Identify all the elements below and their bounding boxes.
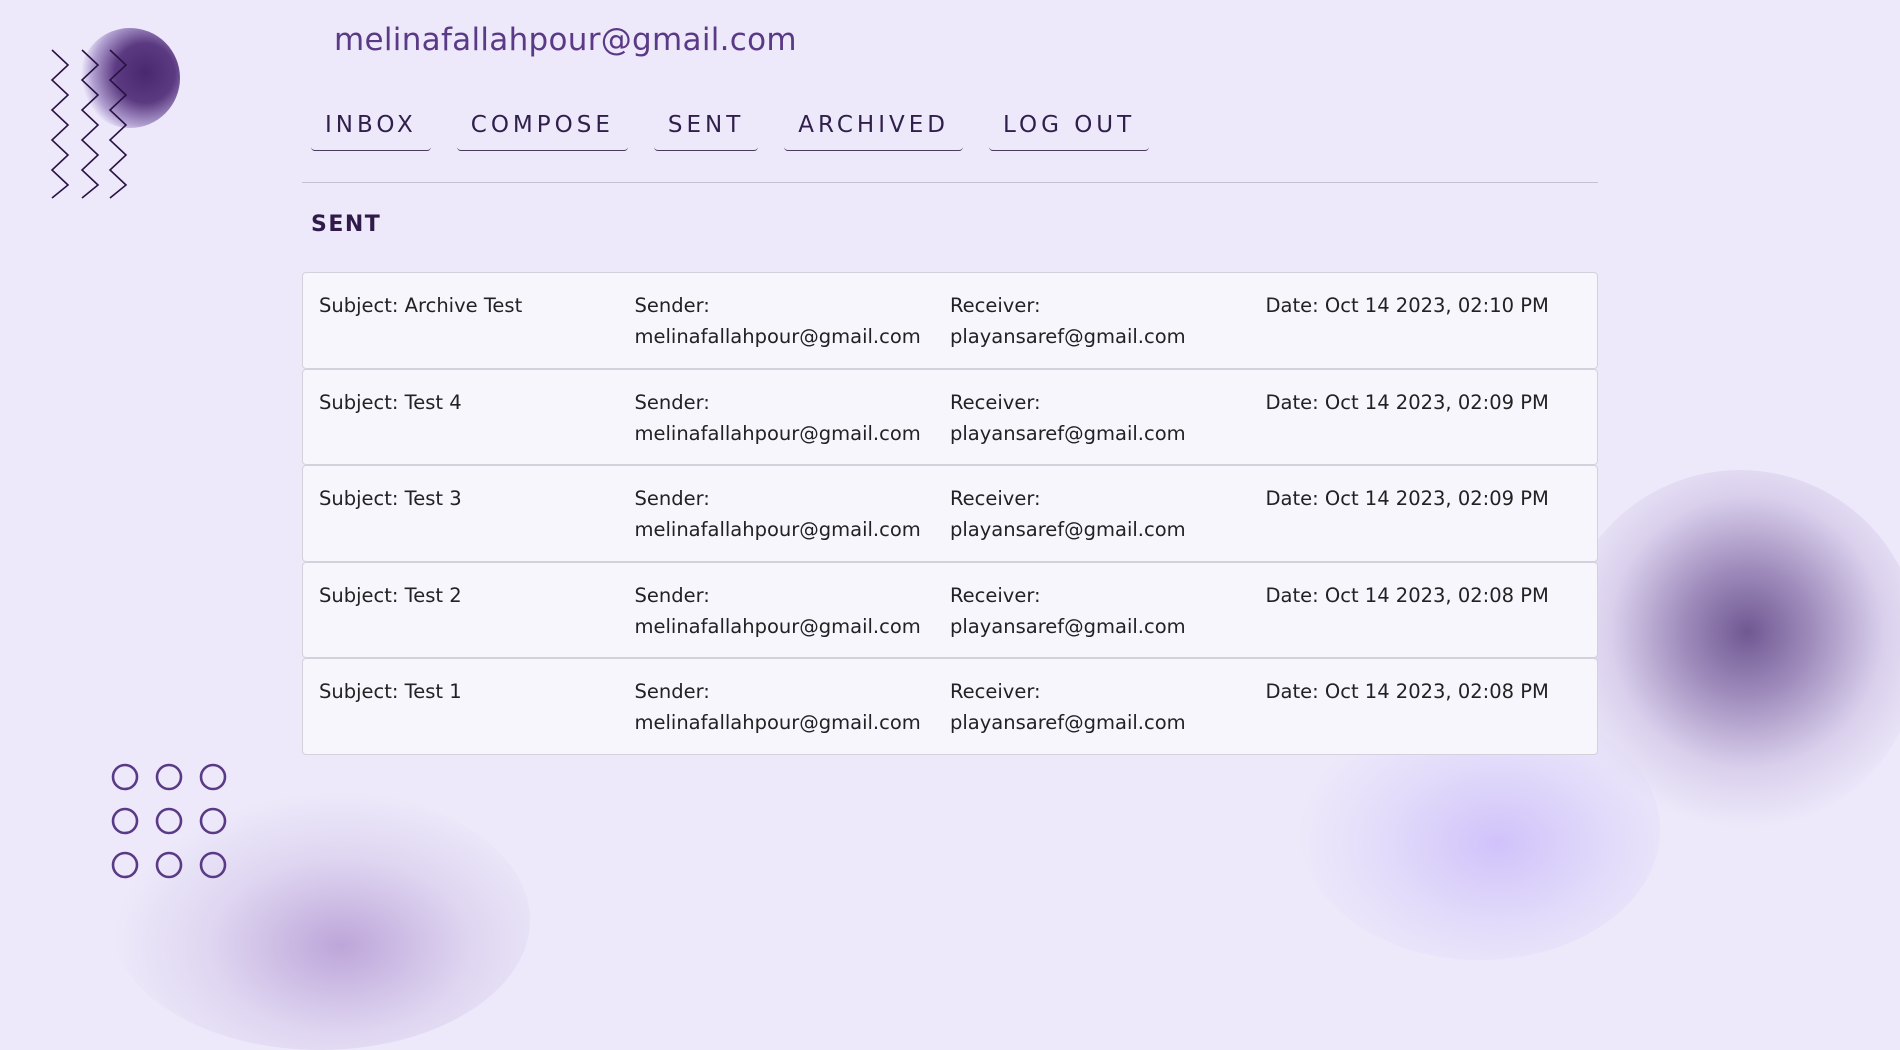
email-date: Date: Oct 14 2023, 02:09 PM (1265, 487, 1549, 510)
email-sender-label: Sender: (634, 294, 710, 317)
email-subject: Subject: Test 3 (319, 487, 462, 510)
email-sender-cell: Sender: melinafallahpour@gmail.com (635, 387, 951, 465)
email-sender: melinafallahpour@gmail.com (634, 711, 921, 734)
email-sender: melinafallahpour@gmail.com (634, 518, 921, 541)
email-sender-cell: Sender: melinafallahpour@gmail.com (635, 580, 951, 658)
email-sender-label: Sender: (634, 680, 710, 703)
nav-compose-button[interactable]: COMPOSE (456, 112, 628, 151)
email-date: Date: Oct 14 2023, 02:09 PM (1265, 390, 1549, 414)
email-subject-cell: Subject: Test 4 (319, 387, 635, 465)
email-row[interactable]: Subject: Test 2 Sender: melinafallahpour@… (302, 561, 1598, 658)
email-receiver-cell: Receiver: playansaref@gmail.com (950, 290, 1266, 368)
email-date-cell: Date: Oct 14 2023, 02:10 PM (1266, 290, 1582, 368)
email-sender-cell: Sender: melinafallahpour@gmail.com (635, 290, 951, 368)
email-sender-cell: Sender: melinafallahpour@gmail.com (635, 483, 951, 561)
email-date-cell: Date: Oct 14 2023, 02:09 PM (1266, 387, 1582, 465)
email-receiver-cell: Receiver: playansaref@gmail.com (950, 580, 1266, 658)
email-list: Subject: Archive Test Sender: melinafalla… (302, 272, 1598, 755)
email-receiver: playansaref@gmail.com (950, 711, 1186, 734)
email-date-cell: Date: Oct 14 2023, 02:09 PM (1266, 483, 1582, 561)
email-date-cell: Date: Oct 14 2023, 02:08 PM (1266, 580, 1582, 658)
email-row[interactable]: Subject: Test 3 Sender: melinafallahpour@… (302, 465, 1598, 562)
email-receiver: playansaref@gmail.com (950, 614, 1186, 638)
email-subject-cell: Subject: Test 2 (319, 580, 635, 658)
nav-archived-button[interactable]: ARCHIVED (784, 112, 963, 151)
email-date: Date: Oct 14 2023, 02:08 PM (1265, 680, 1549, 703)
email-sender: melinafallahpour@gmail.com (634, 325, 921, 348)
nav-sent-button[interactable]: SENT (653, 112, 759, 151)
zigzag-pattern-icon (50, 49, 128, 199)
email-receiver-cell: Receiver: playansaref@gmail.com (950, 676, 1266, 754)
email-sender-label: Sender: (634, 583, 710, 607)
nav-inbox-button[interactable]: INBOX (311, 112, 431, 151)
email-date: Date: Oct 14 2023, 02:08 PM (1265, 583, 1549, 607)
main-nav: INBOX COMPOSE SENT ARCHIVED LOG OUT (311, 112, 1150, 151)
email-subject: Subject: Test 4 (319, 390, 462, 414)
email-receiver-label: Receiver: (950, 680, 1041, 703)
circle-grid-icon (111, 763, 227, 879)
email-receiver-label: Receiver: (950, 487, 1041, 510)
email-receiver: playansaref@gmail.com (950, 325, 1186, 348)
email-sender-cell: Sender: melinafallahpour@gmail.com (635, 676, 951, 754)
email-subject-cell: Subject: Test 3 (319, 483, 635, 561)
email-receiver-label: Receiver: (950, 294, 1041, 317)
email-subject-cell: Subject: Test 1 (319, 676, 635, 754)
email-row[interactable]: Subject: Test 1 Sender: melinafallahpour@… (302, 658, 1598, 755)
email-subject: Subject: Test 1 (319, 680, 462, 703)
nav-logout-button[interactable]: LOG OUT (988, 112, 1150, 151)
user-email: melinafallahpour@gmail.com (334, 22, 797, 58)
email-row[interactable]: Subject: Archive Test Sender: melinafalla… (302, 272, 1598, 369)
email-receiver-label: Receiver: (950, 583, 1041, 607)
email-subject-cell: Subject: Archive Test (319, 290, 635, 368)
email-receiver: playansaref@gmail.com (950, 421, 1186, 445)
email-sender-label: Sender: (634, 390, 710, 414)
email-receiver-cell: Receiver: playansaref@gmail.com (950, 483, 1266, 561)
email-sender-label: Sender: (634, 487, 710, 510)
background-blob-right (1560, 470, 1900, 830)
email-date-cell: Date: Oct 14 2023, 02:08 PM (1266, 676, 1582, 754)
email-date: Date: Oct 14 2023, 02:10 PM (1265, 294, 1549, 317)
email-receiver-cell: Receiver: playansaref@gmail.com (950, 387, 1266, 465)
email-subject: Subject: Archive Test (319, 294, 523, 317)
divider (302, 182, 1598, 183)
email-receiver-label: Receiver: (950, 390, 1041, 414)
email-sender: melinafallahpour@gmail.com (634, 421, 921, 445)
email-sender: melinafallahpour@gmail.com (634, 614, 921, 638)
email-row[interactable]: Subject: Test 4 Sender: melinafallahpour@… (302, 368, 1598, 465)
email-subject: Subject: Test 2 (319, 583, 462, 607)
email-receiver: playansaref@gmail.com (950, 518, 1186, 541)
page-title: SENT (311, 212, 382, 237)
